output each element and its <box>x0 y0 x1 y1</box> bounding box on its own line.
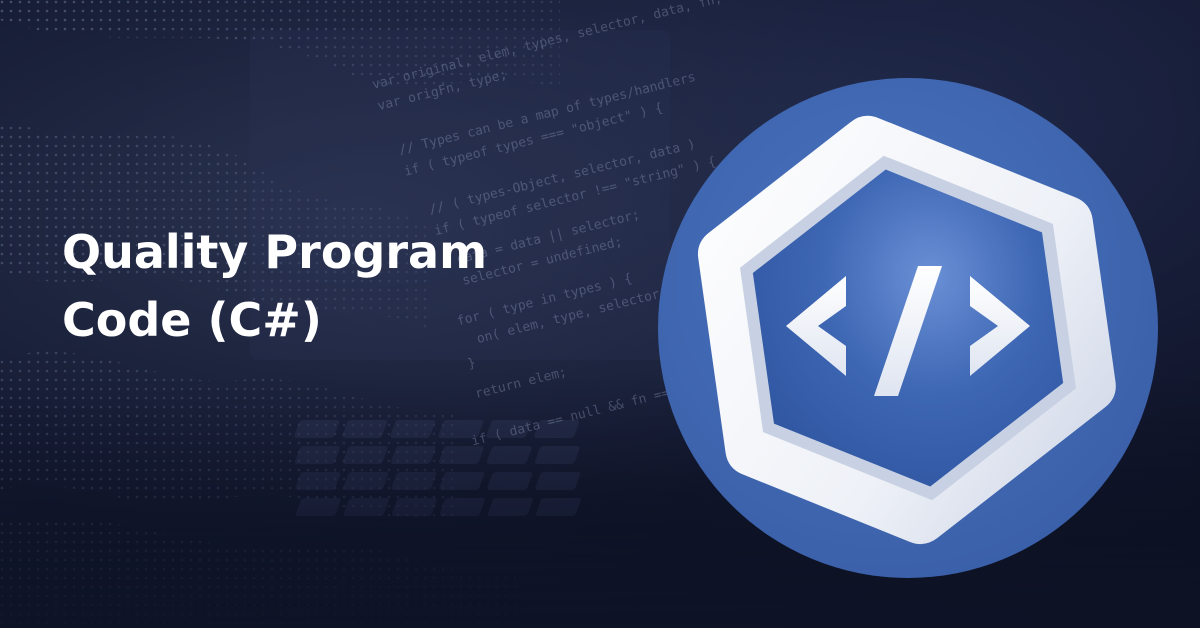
page-title: Quality Program Code (C#) <box>62 218 662 354</box>
code-line: return elem; <box>474 365 569 402</box>
title-line-1: Quality Program <box>62 225 488 279</box>
code-line: } <box>466 356 477 372</box>
title-line-2: Code (C#) <box>62 293 322 347</box>
code-brackets-icon <box>658 78 1158 578</box>
banner: var original, elem, types, selector, dat… <box>0 0 1200 628</box>
